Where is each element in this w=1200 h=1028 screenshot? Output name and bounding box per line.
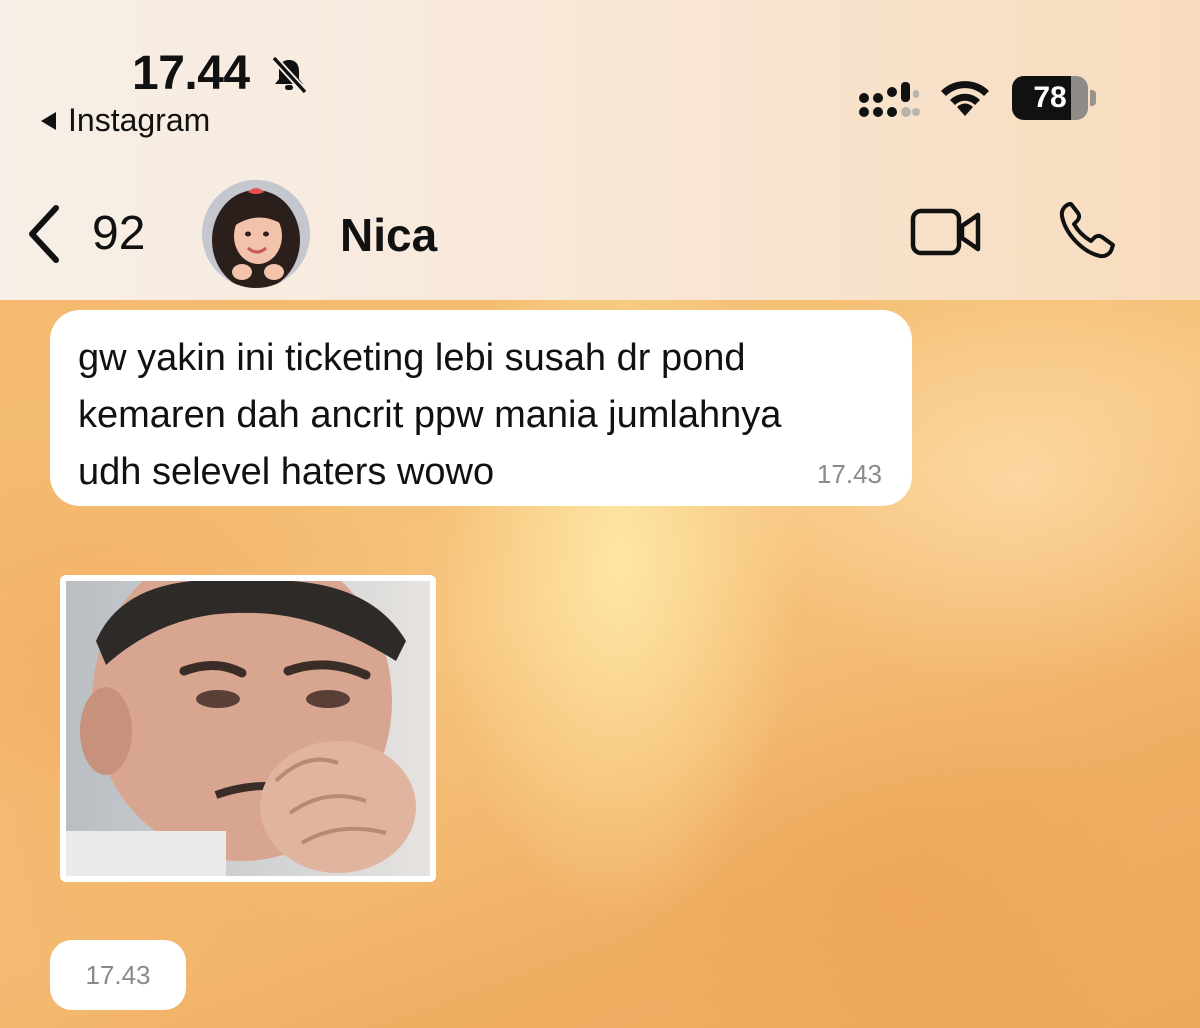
battery-body: 78 — [1012, 76, 1088, 120]
battery-cap — [1090, 90, 1096, 106]
battery-level-label: 78 — [1033, 81, 1067, 114]
back-to-app-link[interactable]: Instagram — [38, 102, 210, 139]
message-text: gw yakin ini ticketing lebi susah dr pon… — [78, 337, 782, 493]
avatar[interactable] — [202, 180, 310, 288]
crying-man-photo — [66, 581, 430, 876]
wifi-icon — [941, 81, 989, 116]
cellular-signal-icon — [859, 82, 920, 117]
battery-indicator: 78 — [1012, 76, 1096, 120]
shared-photo — [66, 581, 430, 876]
status-time: 17.44 — [132, 47, 250, 100]
message-timestamp: 17.43 — [85, 959, 151, 990]
unread-count[interactable]: 92 — [92, 206, 145, 261]
back-triangle-icon — [41, 111, 56, 130]
message-timestamp: 17.43 — [816, 459, 882, 489]
back-app-label: Instagram — [68, 102, 211, 138]
phone-icon[interactable] — [1058, 200, 1116, 260]
message-bubble[interactable]: gw yakin ini ticketing lebi susah dr pon… — [50, 310, 912, 506]
chat-screen: 17.44 Instagram 78 92 Nica gw yakin ini … — [0, 0, 1200, 1028]
video-camera-icon[interactable] — [910, 206, 982, 258]
chat-header: 17.44 Instagram 78 92 Nica — [0, 0, 1200, 300]
avatar-photo — [202, 180, 310, 288]
contact-name[interactable]: Nica — [340, 208, 437, 262]
bell-slash-icon — [271, 55, 308, 95]
image-message[interactable] — [60, 575, 436, 882]
message-bubble[interactable]: 17.43 — [50, 940, 186, 1010]
chevron-left-icon[interactable] — [24, 204, 64, 264]
